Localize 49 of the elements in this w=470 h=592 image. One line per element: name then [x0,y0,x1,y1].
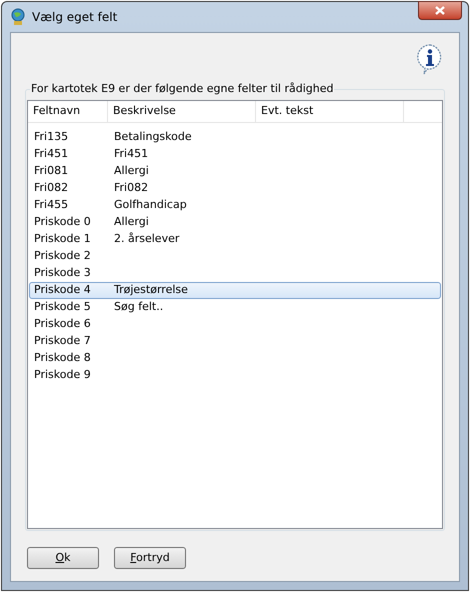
table-cell-text: Priskode 4 [33,282,92,298]
list-row[interactable]: Priskode 8 [29,350,441,367]
list-row[interactable]: Fri135 Betalingskode [29,129,441,146]
dialog-button[interactable]: Fortryd [114,547,186,569]
table-cell-text: Golfhandicap [113,197,188,214]
table-cell-text: Priskode 8 [33,350,92,366]
close-button[interactable] [418,1,462,20]
list-row[interactable]: Priskode 7 [29,333,441,350]
table-cell-text: Priskode 1 [33,231,92,248]
column-header[interactable]: Beskrivelse [108,101,256,122]
table-cell-text: Fri081 [33,163,70,180]
globe-icon [10,8,26,26]
window-title: Vælg eget felt [32,9,118,26]
table-cell-text: Priskode 9 [33,367,92,384]
table-cell-text: Trøjestørrelse [113,282,189,298]
table-cell-text: Allergi [113,163,150,180]
list-row[interactable]: Fri455 Golfhandicap [29,197,441,214]
column-header[interactable]: Feltnavn [28,101,108,122]
table-cell-text: Fri451 [113,146,150,162]
table-cell-text: Priskode 7 [33,333,92,350]
table-cell-text: Betalingskode [113,129,193,146]
table-cell-text: Fri451 [33,146,70,162]
table-cell-text: Allergi [113,214,150,230]
table-cell-text: Fri082 [33,180,70,196]
list-row[interactable]: Priskode 9 [29,367,441,384]
table-cell-text: Priskode 5 [33,299,92,316]
list-row[interactable]: Priskode 4 Trøjestørrelse [29,282,441,299]
list-row[interactable]: Priskode 2 [29,248,441,265]
table-cell-text: Priskode 0 [33,214,92,230]
table-cell-text: 2. årselever [113,231,180,248]
list-row[interactable]: Priskode 0 Allergi [29,214,441,231]
table-cell-text: Priskode 3 [33,265,92,282]
list-row[interactable]: Priskode 6 [29,316,441,333]
list-row[interactable]: Fri082 Fri082 [29,180,441,197]
table-cell-text: Priskode 6 [33,316,92,332]
table-cell-text: Priskode 2 [33,248,92,264]
table-cell-text: Fri135 [33,129,70,146]
close-icon [435,6,445,15]
list-row[interactable]: Fri081 Allergi [29,163,441,180]
list-row[interactable]: Priskode 5 Søg felt.. [29,299,441,316]
dialog-button[interactable]: Ok [27,547,99,569]
list-row[interactable]: Priskode 1 2. årselever [29,231,441,248]
column-header[interactable]: Evt. tekst [256,101,404,122]
table-cell-text: Fri082 [113,180,150,196]
group-label: For kartotek E9 er der følgende egne felter til rådighed [30,82,334,96]
list-row[interactable]: Fri451 Fri451 [29,146,441,163]
list-row[interactable]: Priskode 3 [29,265,441,282]
table-cell-text: Søg felt.. [113,299,164,316]
table-cell-text: Fri455 [33,197,70,214]
